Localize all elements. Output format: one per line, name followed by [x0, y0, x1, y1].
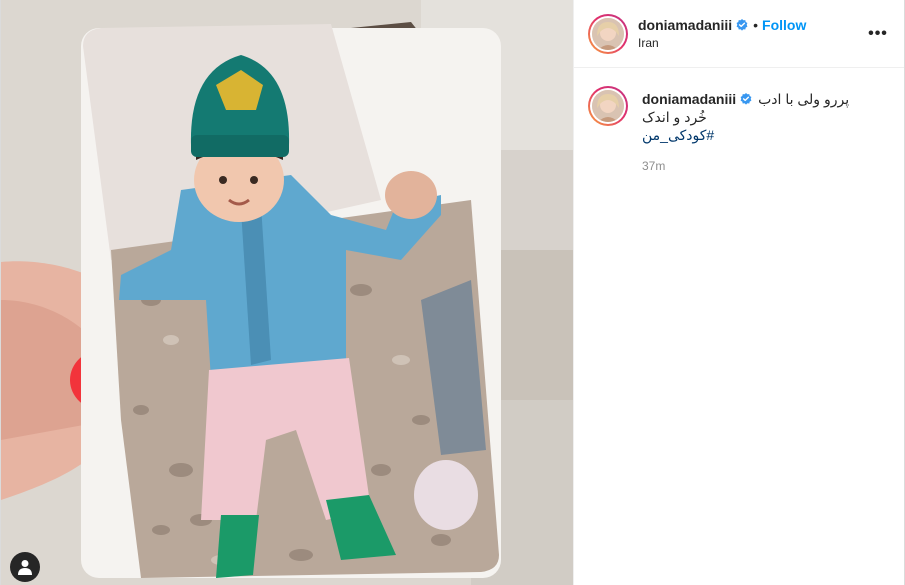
post-header: doniamadaniii • Follow Iran ••• — [574, 0, 904, 68]
caption-comment: doniamadaniii پررو ولی با ادب خُرد و اند… — [588, 86, 890, 175]
location-link[interactable]: Iran — [638, 35, 866, 51]
caption-line-2: خُرد و اندک — [642, 109, 707, 125]
username-link[interactable]: doniamadaniii — [638, 16, 732, 34]
caption-username-link[interactable]: doniamadaniii — [642, 90, 736, 108]
user-tag-button[interactable] — [10, 552, 40, 582]
avatar[interactable] — [588, 13, 628, 54]
timestamp[interactable]: 37m — [642, 157, 849, 175]
post-media[interactable] — [1, 0, 573, 585]
caption-avatar[interactable] — [588, 86, 628, 126]
caption-avatar-image — [592, 90, 624, 122]
verified-badge-icon — [736, 19, 748, 31]
separator-dot: • — [753, 17, 759, 33]
caption-line-1: پررو ولی با ادب — [758, 91, 850, 107]
caption-body: doniamadaniii پررو ولی با ادب خُرد و اند… — [642, 90, 849, 175]
comments-section: doniamadaniii پررو ولی با ادب خُرد و اند… — [574, 68, 904, 175]
post-header-text: doniamadaniii • Follow Iran — [638, 16, 866, 51]
follow-button[interactable]: Follow — [762, 16, 806, 34]
user-tag-icon — [18, 560, 32, 575]
more-options-icon[interactable]: ••• — [866, 22, 890, 46]
post-photo — [1, 0, 573, 585]
avatar-image — [592, 17, 624, 50]
verified-badge-icon — [740, 93, 752, 105]
post-sidebar: doniamadaniii • Follow Iran ••• doniamad… — [573, 0, 904, 585]
post-dialog: doniamadaniii • Follow Iran ••• doniamad… — [0, 0, 905, 585]
hashtag-link[interactable]: #کودکی_من — [642, 126, 714, 144]
